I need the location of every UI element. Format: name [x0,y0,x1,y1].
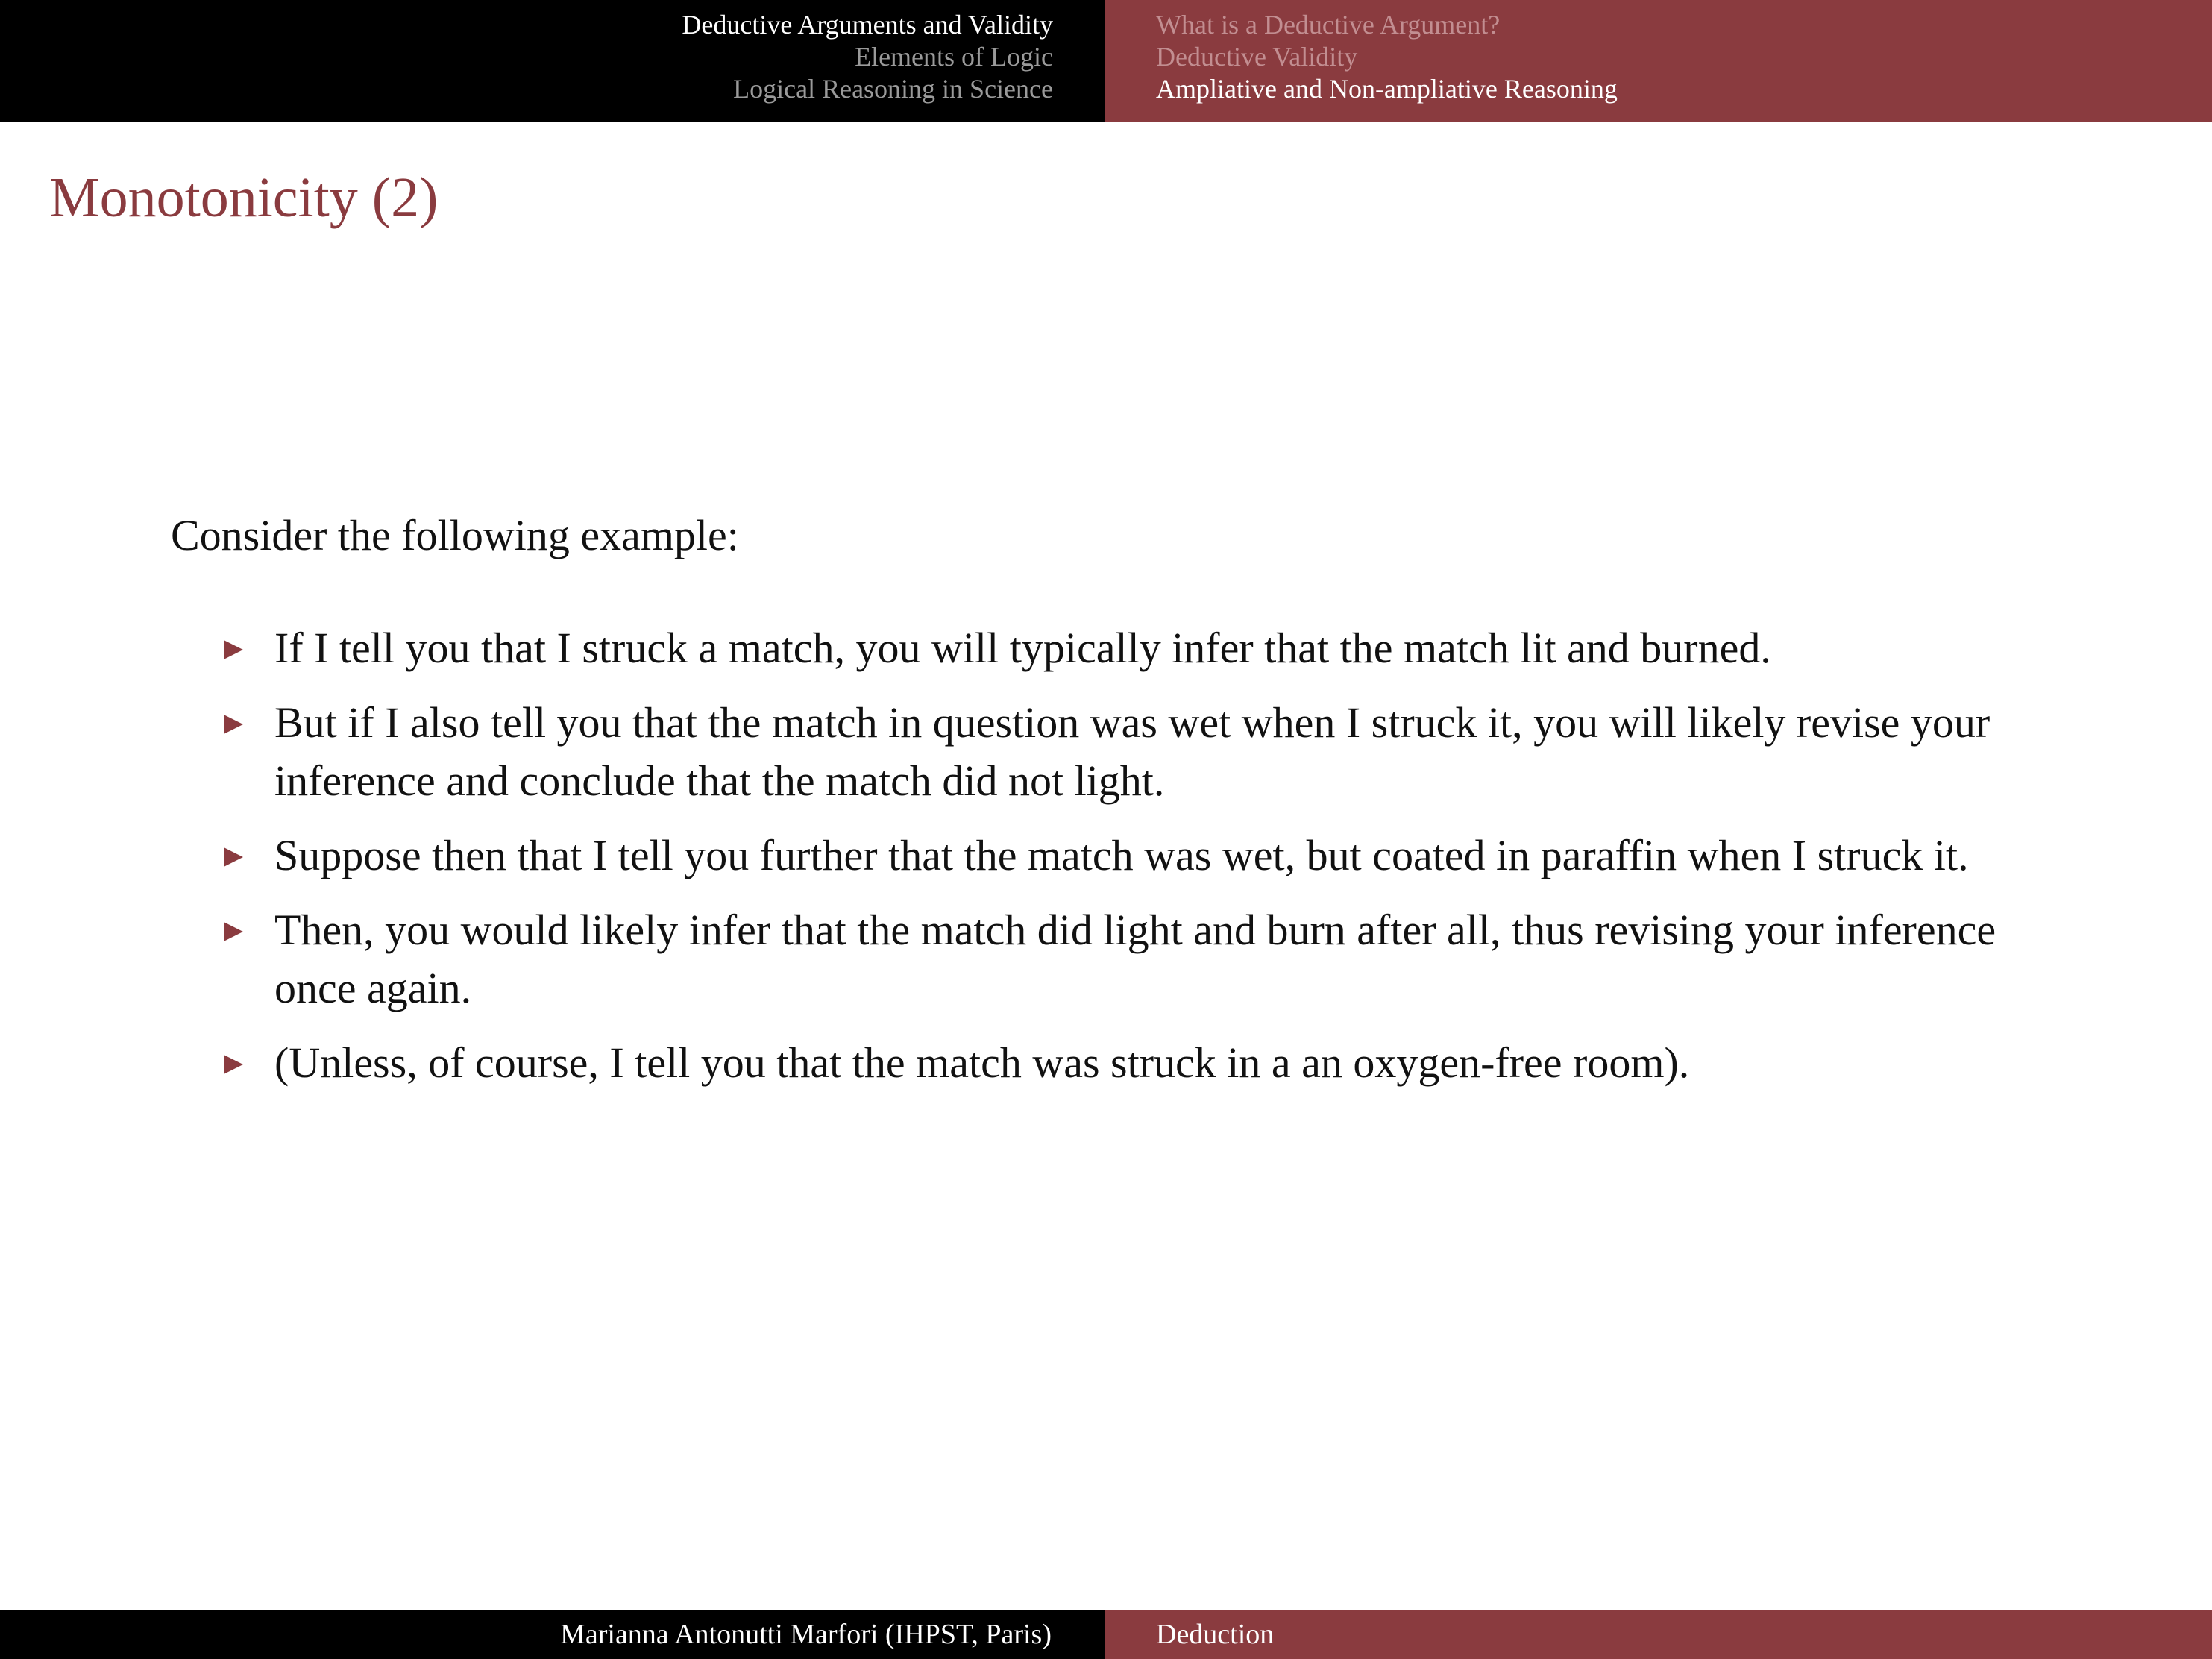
bullet-text: Then, you would likely infer that the ma… [274,906,1996,1012]
triangle-right-icon [224,922,243,941]
footer-author: Marianna Antonutti Marfori (IHPST, Paris… [560,1619,1052,1650]
triangle-right-icon [224,847,243,867]
footer-title-box: Deduction [1105,1610,2212,1659]
slide-footline: Marianna Antonutti Marfori (IHPST, Paris… [0,1610,2212,1659]
bullet-item: But if I also tell you that the match in… [221,694,2063,810]
triangle-right-icon [224,640,243,659]
bullet-item: Then, you would likely infer that the ma… [221,901,2063,1017]
bullet-text: If I tell you that I struck a match, you… [274,624,1771,672]
subsection-link-deductive-validity[interactable]: Deductive Validity [1156,41,1357,73]
section-link-logical-reasoning[interactable]: Logical Reasoning in Science [733,73,1053,105]
slide-title: Monotonicity (2) [49,166,439,229]
triangle-right-icon [224,715,243,734]
bullet-text: Suppose then that I tell you further tha… [274,831,1969,879]
bullet-item: (Unless, of course, I tell you that the … [221,1034,2063,1092]
slide-headline: Deductive Arguments and Validity Element… [0,0,2212,122]
bullet-text: But if I also tell you that the match in… [274,698,1991,805]
bullet-item: If I tell you that I struck a match, you… [221,619,2063,677]
footer-author-box: Marianna Antonutti Marfori (IHPST, Paris… [0,1610,1105,1659]
subsection-navigation: What is a Deductive Argument? Deductive … [1105,0,2212,122]
triangle-right-icon [224,1055,243,1074]
bullet-list: If I tell you that I struck a match, you… [221,619,2063,1108]
subsection-link-ampliative[interactable]: Ampliative and Non-ampliative Reasoning [1156,73,1618,105]
section-link-elements-of-logic[interactable]: Elements of Logic [855,41,1053,73]
section-link-deductive-arguments[interactable]: Deductive Arguments and Validity [682,9,1053,41]
bullet-item: Suppose then that I tell you further tha… [221,827,2063,885]
section-navigation: Deductive Arguments and Validity Element… [0,0,1105,122]
footer-short-title: Deduction [1156,1619,1275,1650]
bullet-text: (Unless, of course, I tell you that the … [274,1038,1690,1087]
subsection-link-what-is-deductive[interactable]: What is a Deductive Argument? [1156,9,1500,41]
intro-text: Consider the following example: [171,511,739,559]
